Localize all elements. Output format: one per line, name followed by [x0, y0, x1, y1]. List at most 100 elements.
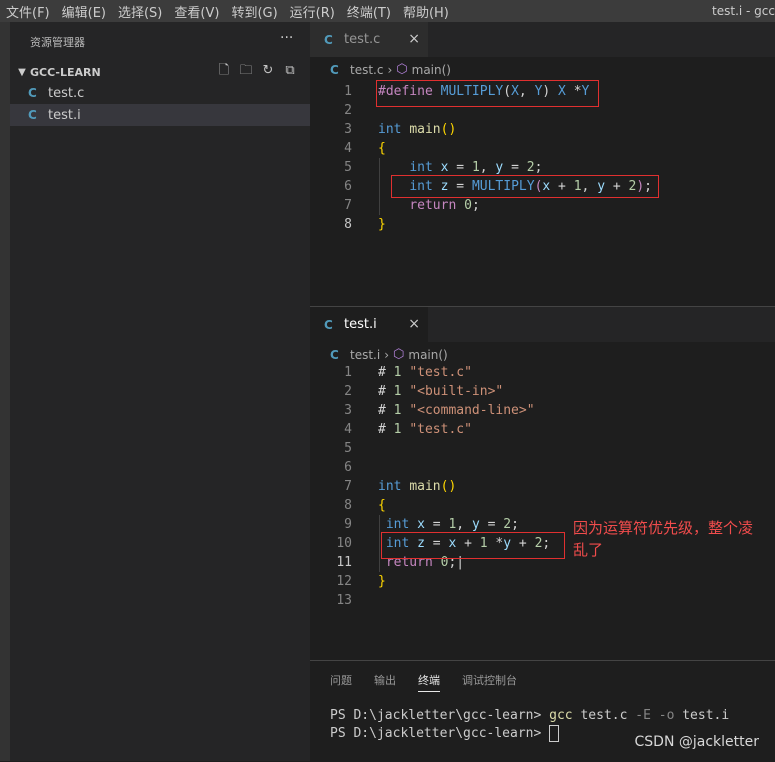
chevron-down-icon: ▼	[18, 66, 26, 78]
c-file-icon: C	[28, 108, 37, 122]
symbol-method-icon: ⬡	[393, 347, 405, 362]
explorer-sidebar	[0, 22, 310, 761]
close-icon[interactable]: ×	[408, 31, 420, 47]
terminal-arg: test.c	[572, 708, 636, 723]
c-file-icon: C	[330, 347, 339, 362]
code-line: 4{	[310, 139, 775, 158]
line-number: 5	[344, 160, 352, 175]
indent-guide	[379, 515, 380, 572]
line-number: 4	[344, 422, 352, 437]
code-line: 8{	[310, 496, 775, 515]
c-file-icon: C	[330, 62, 339, 77]
line-number: 6	[344, 460, 352, 475]
menu-selection[interactable]: 选择(S)	[112, 2, 168, 21]
line-number: 1	[344, 365, 352, 380]
line-number: 2	[344, 384, 352, 399]
folder-label: GCC-LEARN	[30, 65, 101, 79]
code-line: 8}	[310, 215, 775, 234]
menu-help[interactable]: 帮助(H)	[397, 2, 455, 21]
file-item-test-c[interactable]: C test.c	[10, 82, 310, 104]
indent-guide	[379, 158, 380, 215]
breadcrumb-file[interactable]: test.i	[350, 348, 380, 362]
terminal-line: PS D:\jackletter\gcc-learn> gcc test.c -…	[330, 708, 729, 723]
code-line: 5	[310, 439, 775, 458]
code-text: # 1 "<built-in>"	[378, 384, 504, 399]
tab-terminal[interactable]: 终端	[418, 672, 440, 692]
line-number: 2	[344, 103, 352, 118]
tab-output[interactable]: 输出	[374, 672, 396, 692]
more-actions-icon[interactable]: ···	[280, 30, 293, 46]
code-line: 2 # 1 "<built-in>"	[310, 382, 775, 401]
menu-go[interactable]: 转到(G)	[225, 2, 283, 21]
terminal-flag: -o	[658, 708, 675, 723]
menu-edit[interactable]: 编辑(E)	[56, 2, 112, 21]
menu-file[interactable]: 文件(F)	[0, 2, 56, 21]
editor-test-i: C test.i × C test.i › ⬡ main() 1 # 1 "tes…	[310, 306, 775, 661]
terminal-prompt: PS D:\jackletter\gcc-learn>	[330, 726, 550, 741]
terminal-line[interactable]: PS D:\jackletter\gcc-learn>	[330, 725, 560, 742]
file-label: test.c	[48, 85, 85, 101]
highlight-box-multiply-call	[391, 175, 659, 198]
window-title: test.i - gcc	[712, 4, 775, 18]
line-number: 5	[344, 441, 352, 456]
terminal-arg: test.i	[674, 708, 730, 723]
symbol-method-icon: ⬡	[396, 62, 408, 77]
code-text: # 1 "test.c"	[378, 422, 472, 437]
file-item-test-i[interactable]: C test.i	[10, 104, 310, 126]
code-text: # 1 "<command-line>"	[378, 403, 535, 418]
folder-actions: 🗋 🗀 ↻ ⧉	[216, 63, 298, 79]
watermark: CSDN @jackletter	[634, 734, 760, 750]
code-text: int main()	[378, 479, 457, 494]
line-number: 1	[344, 84, 352, 99]
new-folder-icon[interactable]: 🗀	[238, 63, 254, 79]
line-number: 7	[344, 479, 352, 494]
line-number: 3	[344, 403, 352, 418]
c-file-icon: C	[324, 317, 333, 332]
refresh-icon[interactable]: ↻	[260, 63, 276, 79]
editor-test-c: C test.c × C test.c › ⬡ main() 1 #define …	[310, 22, 775, 306]
tab-test-i[interactable]: C test.i ×	[310, 307, 428, 342]
explorer-title: 资源管理器	[30, 36, 85, 49]
breadcrumb-symbol[interactable]: main()	[408, 348, 447, 362]
terminal-flag: -E	[635, 708, 651, 723]
code-text: }	[378, 217, 386, 232]
breadcrumb: C test.i › ⬡ main()	[330, 347, 448, 362]
line-number: 8	[344, 217, 352, 232]
annotation-line1: 因为运算符优先级，整个凌	[573, 519, 754, 537]
chevron-right-icon: ›	[384, 347, 390, 362]
breadcrumb: C test.c › ⬡ main()	[330, 62, 451, 77]
code-text: int main()	[378, 122, 457, 137]
breadcrumb-symbol[interactable]: main()	[412, 63, 451, 77]
tab-debug-console[interactable]: 调试控制台	[462, 672, 517, 692]
breadcrumb-file[interactable]: test.c	[350, 63, 383, 77]
code-line: 6	[310, 458, 775, 477]
code-line: 12}	[310, 572, 775, 591]
new-file-icon[interactable]: 🗋	[216, 63, 232, 79]
tab-test-c[interactable]: C test.c ×	[310, 22, 428, 57]
line-number: 13	[336, 593, 352, 608]
close-icon[interactable]: ×	[408, 316, 420, 332]
collapse-all-icon[interactable]: ⧉	[282, 63, 298, 79]
menu-bar: 文件(F) 编辑(E) 选择(S) 查看(V) 转到(G) 运行(R) 终端(T…	[0, 0, 775, 22]
line-number: 8	[344, 498, 352, 513]
menu-view[interactable]: 查看(V)	[168, 2, 225, 21]
panel-tabs: 问题 输出 终端 调试控制台	[330, 672, 517, 692]
line-number: 4	[344, 141, 352, 156]
code-text: }	[378, 574, 386, 589]
line-number: 10	[336, 536, 352, 551]
tab-label: test.c	[344, 32, 381, 47]
line-number: 3	[344, 122, 352, 137]
line-number: 6	[344, 179, 352, 194]
menu-terminal[interactable]: 终端(T)	[341, 2, 397, 21]
annotation-line2: 乱了	[573, 541, 604, 559]
code-line: 4 # 1 "test.c"	[310, 420, 775, 439]
activity-bar	[0, 22, 10, 761]
code-line: 3 # 1 "<command-line>"	[310, 401, 775, 420]
c-file-icon: C	[28, 86, 37, 100]
chevron-right-icon: ›	[387, 62, 393, 77]
tab-label: test.i	[344, 317, 377, 332]
file-label: test.i	[48, 107, 81, 123]
tab-problems[interactable]: 问题	[330, 672, 352, 692]
menu-run[interactable]: 运行(R)	[284, 2, 341, 21]
terminal-cursor	[549, 725, 560, 742]
